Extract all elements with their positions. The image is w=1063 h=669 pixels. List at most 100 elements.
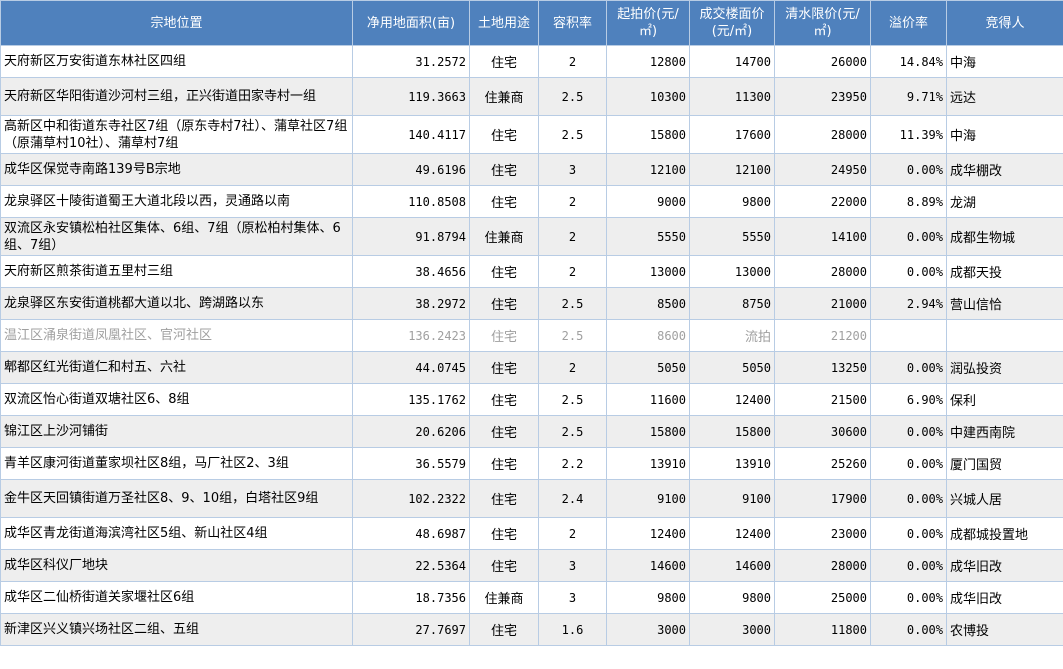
cell-deal-price[interactable]: 8750 [689,287,775,320]
cell-land-use[interactable]: 住兼商 [469,581,539,614]
cell-winner[interactable]: 远达 [946,77,1063,116]
cell-floor-area-ratio[interactable]: 2.5 [538,415,607,448]
cell-area[interactable]: 140.4117 [352,115,470,154]
cell-winner[interactable] [946,319,1063,352]
cell-starting-price[interactable]: 12100 [606,153,690,186]
header-starting-price[interactable]: 起拍价(元/㎡) [606,0,690,46]
cell-starting-price[interactable]: 14600 [606,549,690,582]
cell-area[interactable]: 48.6987 [352,517,470,550]
cell-winner[interactable]: 中建西南院 [946,415,1063,448]
cell-area[interactable]: 36.5579 [352,447,470,480]
cell-land-use[interactable]: 住宅 [469,185,539,218]
cell-starting-price[interactable]: 15800 [606,415,690,448]
table-row[interactable]: 郫都区红光街道仁和村五、六社 44.0745 住宅 2 5050 5050 13250 0.0… [0,351,1063,384]
cell-winner[interactable]: 农博投 [946,613,1063,646]
cell-floor-area-ratio[interactable]: 2 [538,217,607,256]
cell-premium-rate[interactable]: 0.00% [870,415,947,448]
cell-land-use[interactable]: 住宅 [469,255,539,288]
cell-location[interactable]: 成华区科仪厂地块 [0,549,353,582]
cell-location[interactable]: 温江区涌泉街道凤凰社区、官河社区 [0,319,353,352]
cell-starting-price[interactable]: 9800 [606,581,690,614]
cell-area[interactable]: 91.8794 [352,217,470,256]
cell-price-limit[interactable]: 25000 [774,581,871,614]
cell-price-limit[interactable]: 21500 [774,383,871,416]
cell-location[interactable]: 成华区二仙桥街道关家堰社区6组 [0,581,353,614]
cell-deal-price[interactable]: 3000 [689,613,775,646]
cell-land-use[interactable]: 住宅 [469,447,539,480]
cell-land-use[interactable]: 住宅 [469,517,539,550]
cell-deal-price[interactable]: 11300 [689,77,775,116]
cell-starting-price[interactable]: 12800 [606,45,690,78]
cell-starting-price[interactable]: 9000 [606,185,690,218]
cell-winner[interactable]: 润弘投资 [946,351,1063,384]
cell-premium-rate[interactable]: 0.00% [870,613,947,646]
cell-starting-price[interactable]: 3000 [606,613,690,646]
cell-deal-price[interactable]: 5050 [689,351,775,384]
cell-floor-area-ratio[interactable]: 2.5 [538,319,607,352]
cell-price-limit[interactable]: 24950 [774,153,871,186]
table-row[interactable]: 温江区涌泉街道凤凰社区、官河社区 136.2423 住宅 2.5 8600 流拍 21200 [0,319,1063,352]
cell-price-limit[interactable]: 21000 [774,287,871,320]
header-winner[interactable]: 竞得人 [946,0,1063,46]
cell-price-limit[interactable]: 17900 [774,479,871,518]
cell-area[interactable]: 18.7356 [352,581,470,614]
cell-land-use[interactable]: 住宅 [469,319,539,352]
table-row[interactable]: 双流区怡心街道双塘社区6、8组 135.1762 住宅 2.5 11600 12400 21… [0,383,1063,416]
cell-deal-price[interactable]: 9800 [689,581,775,614]
cell-deal-price[interactable]: 12100 [689,153,775,186]
cell-premium-rate[interactable]: 8.89% [870,185,947,218]
cell-location[interactable]: 锦江区上沙河铺街 [0,415,353,448]
cell-land-use[interactable]: 住兼商 [469,77,539,116]
cell-deal-price[interactable]: 13910 [689,447,775,480]
cell-winner[interactable]: 成华旧改 [946,549,1063,582]
cell-location[interactable]: 龙泉驿区十陵街道蜀王大道北段以西，灵通路以南 [0,185,353,218]
cell-premium-rate[interactable]: 0.00% [870,217,947,256]
cell-deal-price[interactable]: 9800 [689,185,775,218]
cell-land-use[interactable]: 住宅 [469,351,539,384]
cell-deal-price[interactable]: 12400 [689,517,775,550]
cell-area[interactable]: 119.3663 [352,77,470,116]
cell-winner[interactable]: 保利 [946,383,1063,416]
cell-premium-rate[interactable]: 9.71% [870,77,947,116]
cell-premium-rate[interactable]: 0.00% [870,351,947,384]
header-premium-rate[interactable]: 溢价率 [870,0,947,46]
cell-land-use[interactable]: 住宅 [469,549,539,582]
cell-area[interactable]: 31.2572 [352,45,470,78]
cell-price-limit[interactable]: 30600 [774,415,871,448]
table-row[interactable]: 高新区中和街道东寺社区7组（原东寺村7社）、蒲草社区7组（原蒲草村10社）、蒲草… [0,115,1063,154]
cell-area[interactable]: 135.1762 [352,383,470,416]
cell-starting-price[interactable]: 15800 [606,115,690,154]
cell-price-limit[interactable]: 23950 [774,77,871,116]
table-row[interactable]: 成华区科仪厂地块 22.5364 住宅 3 14600 14600 28000 0.00% 成华… [0,549,1063,582]
cell-land-use[interactable]: 住宅 [469,115,539,154]
cell-deal-price[interactable]: 12400 [689,383,775,416]
cell-land-use[interactable]: 住宅 [469,479,539,518]
cell-winner[interactable]: 厦门国贸 [946,447,1063,480]
cell-location[interactable]: 天府新区万安街道东林社区四组 [0,45,353,78]
cell-floor-area-ratio[interactable]: 3 [538,581,607,614]
cell-land-use[interactable]: 住宅 [469,383,539,416]
cell-deal-price[interactable]: 17600 [689,115,775,154]
table-row[interactable]: 龙泉驿区东安街道桃都大道以北、跨湖路以东 38.2972 住宅 2.5 8500 8750… [0,287,1063,320]
cell-floor-area-ratio[interactable]: 2 [538,185,607,218]
cell-floor-area-ratio[interactable]: 3 [538,153,607,186]
header-location[interactable]: 宗地位置 [0,0,353,46]
cell-location[interactable]: 成华区保觉寺南路139号B宗地 [0,153,353,186]
cell-deal-price[interactable]: 13000 [689,255,775,288]
table-row[interactable]: 成华区二仙桥街道关家堰社区6组 18.7356 住兼商 3 9800 9800 25000 0… [0,581,1063,614]
cell-premium-rate[interactable]: 0.00% [870,255,947,288]
cell-deal-price[interactable]: 14600 [689,549,775,582]
cell-floor-area-ratio[interactable]: 2.4 [538,479,607,518]
cell-location[interactable]: 成华区青龙街道海滨湾社区5组、新山社区4组 [0,517,353,550]
cell-deal-price[interactable]: 15800 [689,415,775,448]
cell-location[interactable]: 龙泉驿区东安街道桃都大道以北、跨湖路以东 [0,287,353,320]
table-row[interactable]: 双流区永安镇松柏社区集体、6组、7组（原松柏村集体、6组、7组） 91.8794 住… [0,217,1063,256]
cell-location[interactable]: 天府新区煎茶街道五里村三组 [0,255,353,288]
table-row[interactable]: 天府新区华阳街道沙河村三组，正兴街道田家寺村一组 119.3663 住兼商 2.5 10… [0,77,1063,116]
cell-premium-rate[interactable]: 0.00% [870,153,947,186]
cell-winner[interactable]: 中海 [946,115,1063,154]
cell-starting-price[interactable]: 12400 [606,517,690,550]
cell-premium-rate[interactable]: 0.00% [870,549,947,582]
cell-price-limit[interactable]: 22000 [774,185,871,218]
cell-location[interactable]: 金牛区天回镇街道万圣社区8、9、10组，白塔社区9组 [0,479,353,518]
